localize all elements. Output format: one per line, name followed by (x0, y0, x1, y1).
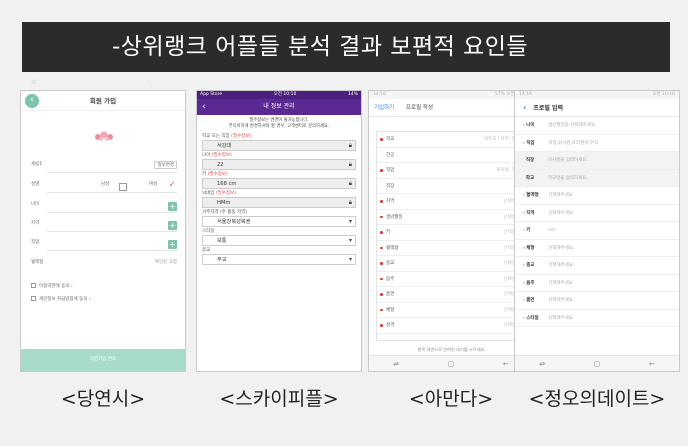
tab-profile-write[interactable]: 프로필 작성 (406, 105, 433, 111)
list-item[interactable]: 직업 회사명, 직종 (377, 163, 525, 179)
profile-card: 학교 대학교 / 학부/ 전공 전공 직업 회사명, 직종 직장 지역 선택안함 생년… (376, 131, 526, 341)
caption-amanda: <아만다> (408, 388, 494, 410)
list-item[interactable]: 전공 (377, 148, 525, 163)
list-item[interactable]: 키 선택안함 (377, 225, 525, 241)
school-field: 학교 또는 직장 (필수정보) 서강대 🔒︎ (197, 134, 361, 151)
status-bar: 14:16 57% 오전 10:16 (369, 91, 533, 99)
religion-select[interactable]: 무교 ▾ (202, 254, 356, 265)
flower-logo-icon (95, 131, 113, 141)
signup-complete-button[interactable]: 회원가입 완료 (21, 349, 185, 371)
lock-icon: 🔒︎ (348, 199, 352, 206)
profile-input-header: ‹ 프로필 입력 (515, 99, 679, 117)
school-input: 서강대 🔒︎ (202, 140, 356, 151)
age-input: 22 🔒︎ (202, 159, 356, 170)
list-item[interactable]: › 체형 선택해주세요. (515, 240, 679, 257)
notice-text: 필수정보는 변경이 불가능합니다. 부득이하게 변경하셔야 할 경우, 고객센터… (228, 118, 330, 129)
nickname-input: HMm 🔒︎ (202, 197, 356, 208)
list-item[interactable]: 직장 회사명을 입력하세요. (515, 152, 679, 170)
caption-jeongo-date: <정오의데이트> (528, 388, 666, 410)
list-item[interactable]: › 지역 선택해주세요. (515, 205, 679, 222)
terms-check-row[interactable]: 이용약관에 동의 › (31, 283, 73, 289)
list-item[interactable]: 학교 대학교 / 학부/ 전공 (377, 132, 525, 148)
style-select[interactable]: 보통 ▾ (202, 235, 356, 246)
recent-apps-icon[interactable]: ⇌ (539, 360, 545, 368)
tab-fill-in[interactable]: 기입하기 (374, 105, 394, 111)
blood-row: 혈액형 확인된 고정 (31, 260, 177, 265)
list-item[interactable]: 흡연 선택안함 (377, 287, 525, 303)
terms-checkbox[interactable] (31, 283, 36, 288)
recent-apps-icon[interactable]: ⇌ (393, 360, 399, 368)
signup-title: 회원 가입 (89, 97, 117, 105)
lock-icon: 🔒︎ (348, 161, 352, 168)
list-item[interactable]: 생년월일 선택안함 (377, 210, 525, 225)
privacy-checkbox[interactable] (31, 296, 36, 301)
setting-button[interactable]: 정보변경 (154, 161, 177, 169)
religion-field: 종교 무교 ▾ (197, 248, 361, 265)
phone-screen-jeongo-date: 14:16 오전 10:16 ‹ 프로필 입력 › 나이 생년월일을 선택해주세요.… (514, 90, 680, 372)
android-nav-bar: ⇌ ▢ ← (515, 355, 679, 371)
region-add-button[interactable]: + (168, 221, 177, 230)
region-row: 지역 + (31, 221, 177, 232)
caption-skypeople: <스카이피플> (219, 388, 339, 410)
list-item[interactable]: 학교 학교명을 입력하세요. (515, 169, 679, 187)
list-item[interactable]: › 스타일 선택해주세요. (515, 310, 679, 327)
list-item[interactable]: 종교 선택안함 (377, 256, 525, 272)
list-item[interactable]: › 혈액형 선택해주세요. (515, 187, 679, 205)
back-arrow-icon[interactable]: ‹ (523, 103, 526, 112)
style-field: 스타일 보통 ▾ (197, 229, 361, 246)
list-item[interactable]: › 나이 생년월일을 선택해주세요. (515, 117, 679, 135)
nickname-field: 닉네임 (필수정보) HMm 🔒︎ (197, 191, 361, 208)
home-icon[interactable]: ▢ (594, 360, 601, 368)
tab-bar: 기입하기 프로필 작성 (369, 99, 533, 117)
list-item[interactable]: › 직업 학생,회사원,프리랜서,무직 (515, 135, 679, 152)
dropdown-arrow-icon: ▾ (348, 218, 352, 225)
android-nav-bar: ⇌ ▢ ← (369, 355, 533, 371)
page-title: 프로필 입력 (533, 105, 563, 112)
phone-screen-amanda: 14:16 57% 오전 10:16 기입하기 프로필 작성 학교 대학교 / 학… (368, 90, 534, 372)
list-item[interactable]: › 키 cm (515, 222, 679, 240)
gender-row: 성별 남성 여성 ✓ (31, 180, 177, 195)
job-row: 직업 + (31, 240, 177, 251)
banner-title: -상위랭크 어플들 분석 결과 보편적 요인들 (22, 22, 670, 72)
dropdown-arrow-icon: ▾ (348, 237, 352, 244)
signup-row: 세팅1 정보변경 (31, 161, 177, 175)
height-field: 키 (필수정보) 168 cm 🔒︎ (197, 172, 361, 189)
dropdown-arrow-icon: ▾ (348, 256, 352, 263)
status-bar: App Store 오전 10:10 14% (197, 91, 361, 99)
back-arrow-icon[interactable]: ‹ (25, 94, 39, 108)
list-item[interactable]: › 음주 선택해주세요. (515, 275, 679, 292)
age-field: 나이 (필수정보) 22 🔒︎ (197, 153, 361, 170)
age-row: 나이 + (31, 202, 177, 213)
page-title: 내 정보 관리 (263, 103, 295, 110)
back-arrow-icon[interactable]: ‹ (202, 99, 206, 115)
list-item[interactable]: 직장 (377, 179, 525, 194)
female-check-icon[interactable]: ✓ (168, 180, 176, 190)
list-item[interactable]: › 종교 선택해주세요. (515, 257, 679, 275)
job-add-button[interactable]: + (168, 240, 177, 249)
home-icon[interactable]: ▢ (448, 360, 455, 368)
list-item[interactable]: 지역 선택안함 (377, 194, 525, 210)
age-add-button[interactable]: + (168, 202, 177, 211)
back-icon[interactable]: ← (649, 360, 655, 368)
privacy-check-row[interactable]: 개인정보 취급방침에 동의 › (31, 296, 91, 302)
lock-icon: 🔒︎ (348, 142, 352, 149)
region-select[interactable]: 서울강북성북권 ▾ (202, 216, 356, 227)
region-field: 거주지역 (주 활동 지역) 서울강북성북권 ▾ (197, 210, 361, 227)
list-item[interactable]: › 흡연 선택해주세요. (515, 292, 679, 310)
list-item[interactable]: 체형 선택안함 (377, 303, 525, 318)
list-item[interactable]: 음주 선택안함 (377, 272, 525, 287)
lock-icon: 🔒︎ (348, 180, 352, 187)
caption-dangyeonsi: <당연시> (60, 388, 146, 410)
height-input: 168 cm 🔒︎ (202, 178, 356, 189)
phone-screen-skypeople: App Store 오전 10:10 14% ‹ 내 정보 관리 필수정보는 변… (196, 90, 362, 372)
list-item[interactable]: 성격 선택안함 (377, 318, 525, 334)
signup-header: ‹ 회원 가입 (21, 91, 185, 111)
male-checkbox[interactable] (119, 183, 127, 191)
back-icon[interactable]: ← (503, 360, 509, 368)
list-item[interactable]: 혈액형 선택안함 (377, 241, 525, 256)
profile-manage-header: ‹ 내 정보 관리 (197, 99, 361, 115)
status-bar: 14:16 오전 10:16 (515, 91, 679, 99)
phone-screen-dangyeonsi: ‹ 회원 가입 세팅1 정보변경 성별 남성 여성 ✓ 나이 + 지역 + 직업… (20, 90, 186, 372)
footer-note: 항목 화면으로 반려된 대기를 누르세요 (417, 347, 485, 352)
